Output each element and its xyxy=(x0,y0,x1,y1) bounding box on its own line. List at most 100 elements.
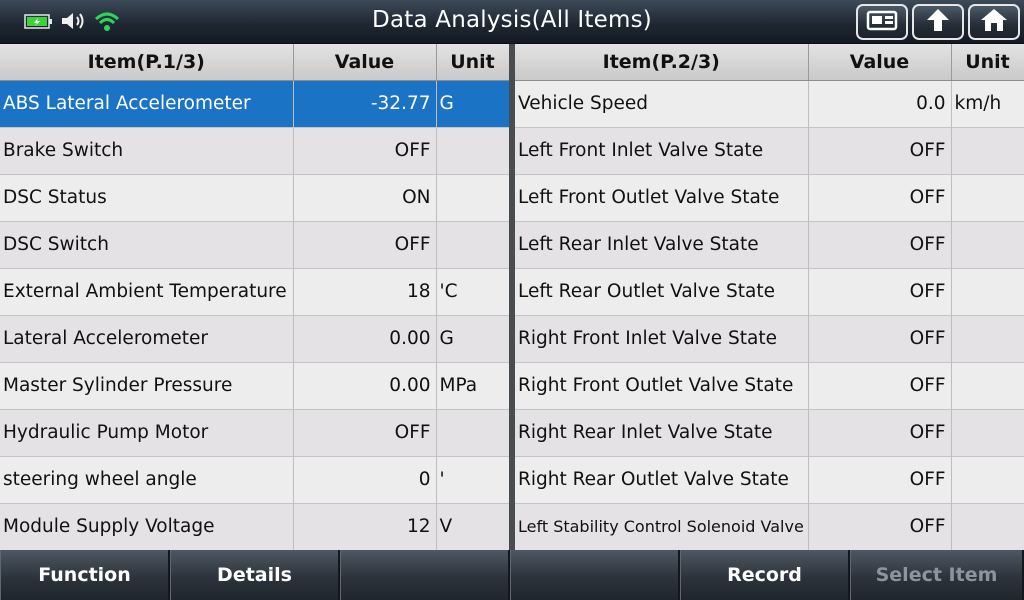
row-unit: ' xyxy=(436,456,510,504)
column-header-value[interactable]: Value xyxy=(293,44,437,81)
table-row[interactable]: ABS Lateral Accelerometer -32.77 G xyxy=(0,80,510,128)
screenshot-button[interactable] xyxy=(856,4,908,40)
row-value: OFF xyxy=(293,409,437,457)
row-value: 0.00 xyxy=(293,315,437,363)
table-row[interactable]: Left Rear Outlet Valve State OFF xyxy=(515,268,1024,316)
table-row[interactable]: Vehicle Speed 0.0 km/h xyxy=(515,80,1024,128)
row-value: 12 xyxy=(293,503,437,551)
row-value: OFF xyxy=(808,456,952,504)
column-header-value[interactable]: Value xyxy=(808,44,952,81)
row-item: External Ambient Temperature xyxy=(0,268,294,316)
row-item: Left Front Outlet Valve State xyxy=(515,174,809,222)
function-button[interactable]: Function xyxy=(0,550,170,600)
row-item: Right Rear Outlet Valve State xyxy=(515,456,809,504)
row-unit xyxy=(951,174,1024,222)
row-item: Left Stability Control Solenoid Valve xyxy=(515,503,809,551)
back-arrow-icon xyxy=(923,7,953,37)
table-row[interactable]: DSC Switch OFF xyxy=(0,221,510,269)
home-icon xyxy=(979,7,1009,37)
row-value: 0.00 xyxy=(293,362,437,410)
row-unit: G xyxy=(436,80,510,128)
row-unit xyxy=(951,456,1024,504)
row-unit xyxy=(951,268,1024,316)
table-row[interactable]: DSC Status ON xyxy=(0,174,510,222)
row-value: OFF xyxy=(808,409,952,457)
right-data-table: Item(P.2/3) Value Unit Vehicle Speed 0.0… xyxy=(515,44,1024,551)
title-bar: Data Analysis(All Items) xyxy=(0,0,1024,44)
row-unit: MPa xyxy=(436,362,510,410)
row-unit: 'C xyxy=(436,268,510,316)
row-unit xyxy=(436,409,510,457)
column-header-item[interactable]: Item(P.1/3) xyxy=(0,44,294,81)
select-item-button[interactable]: Select Item xyxy=(850,550,1024,600)
table-row[interactable]: Brake Switch OFF xyxy=(0,127,510,175)
row-unit xyxy=(951,409,1024,457)
table-row[interactable]: Left Rear Inlet Valve State OFF xyxy=(515,221,1024,269)
table-row[interactable]: Right Front Inlet Valve State OFF xyxy=(515,315,1024,363)
table-row[interactable]: Right Rear Inlet Valve State OFF xyxy=(515,409,1024,457)
row-item: Master Sylinder Pressure xyxy=(0,362,294,410)
row-item: Left Front Inlet Valve State xyxy=(515,127,809,175)
row-item: Lateral Accelerometer xyxy=(0,315,294,363)
table-row[interactable]: Left Front Inlet Valve State OFF xyxy=(515,127,1024,175)
row-value: -32.77 xyxy=(293,80,437,128)
table-row[interactable]: Right Front Outlet Valve State OFF xyxy=(515,362,1024,410)
table-row[interactable]: Left Front Outlet Valve State OFF xyxy=(515,174,1024,222)
row-item: Left Rear Inlet Valve State xyxy=(515,221,809,269)
row-item: Right Front Outlet Valve State xyxy=(515,362,809,410)
row-unit xyxy=(951,127,1024,175)
row-value: OFF xyxy=(808,503,952,551)
row-unit xyxy=(951,503,1024,551)
row-value: OFF xyxy=(808,268,952,316)
home-button[interactable] xyxy=(968,4,1020,40)
column-header-unit[interactable]: Unit xyxy=(436,44,510,81)
row-unit xyxy=(436,221,510,269)
row-value: OFF xyxy=(293,221,437,269)
table-row[interactable]: Module Supply Voltage 12 V xyxy=(0,503,510,551)
row-item: ABS Lateral Accelerometer xyxy=(0,80,294,128)
row-value: OFF xyxy=(808,174,952,222)
table-row[interactable]: External Ambient Temperature 18 'C xyxy=(0,268,510,316)
row-value: 18 xyxy=(293,268,437,316)
row-item: Module Supply Voltage xyxy=(0,503,294,551)
table-row[interactable]: Left Stability Control Solenoid Valve OF… xyxy=(515,503,1024,551)
details-button[interactable]: Details xyxy=(170,550,340,600)
row-value: OFF xyxy=(808,315,952,363)
table-row[interactable]: steering wheel angle 0 ' xyxy=(0,456,510,504)
back-button[interactable] xyxy=(912,4,964,40)
row-item: Left Rear Outlet Valve State xyxy=(515,268,809,316)
row-unit xyxy=(436,174,510,222)
empty-button-3[interactable] xyxy=(340,550,510,600)
column-header-unit[interactable]: Unit xyxy=(951,44,1024,81)
row-item: Right Rear Inlet Valve State xyxy=(515,409,809,457)
row-item: Hydraulic Pump Motor xyxy=(0,409,294,457)
screenshot-icon xyxy=(866,8,898,36)
record-button[interactable]: Record xyxy=(680,550,850,600)
left-data-table: Item(P.1/3) Value Unit ABS Lateral Accel… xyxy=(0,44,510,551)
row-value: 0 xyxy=(293,456,437,504)
row-unit: G xyxy=(436,315,510,363)
row-item: Vehicle Speed xyxy=(515,80,809,128)
row-value: OFF xyxy=(293,127,437,175)
table-row[interactable]: Master Sylinder Pressure 0.00 MPa xyxy=(0,362,510,410)
row-item: steering wheel angle xyxy=(0,456,294,504)
row-unit xyxy=(436,127,510,175)
table-row[interactable]: Right Rear Outlet Valve State OFF xyxy=(515,456,1024,504)
row-unit xyxy=(951,362,1024,410)
function-bar: Function Details Record Select Item xyxy=(0,550,1024,600)
row-value: OFF xyxy=(808,221,952,269)
row-unit xyxy=(951,315,1024,363)
column-header-item[interactable]: Item(P.2/3) xyxy=(515,44,809,81)
row-value: OFF xyxy=(808,127,952,175)
empty-button-4[interactable] xyxy=(510,550,680,600)
row-item: DSC Status xyxy=(0,174,294,222)
row-value: 0.0 xyxy=(808,80,952,128)
row-unit xyxy=(951,221,1024,269)
table-row[interactable]: Hydraulic Pump Motor OFF xyxy=(0,409,510,457)
row-item: Right Front Inlet Valve State xyxy=(515,315,809,363)
row-value: ON xyxy=(293,174,437,222)
row-item: Brake Switch xyxy=(0,127,294,175)
table-row[interactable]: Lateral Accelerometer 0.00 G xyxy=(0,315,510,363)
row-unit: km/h xyxy=(951,80,1024,128)
row-item: DSC Switch xyxy=(0,221,294,269)
